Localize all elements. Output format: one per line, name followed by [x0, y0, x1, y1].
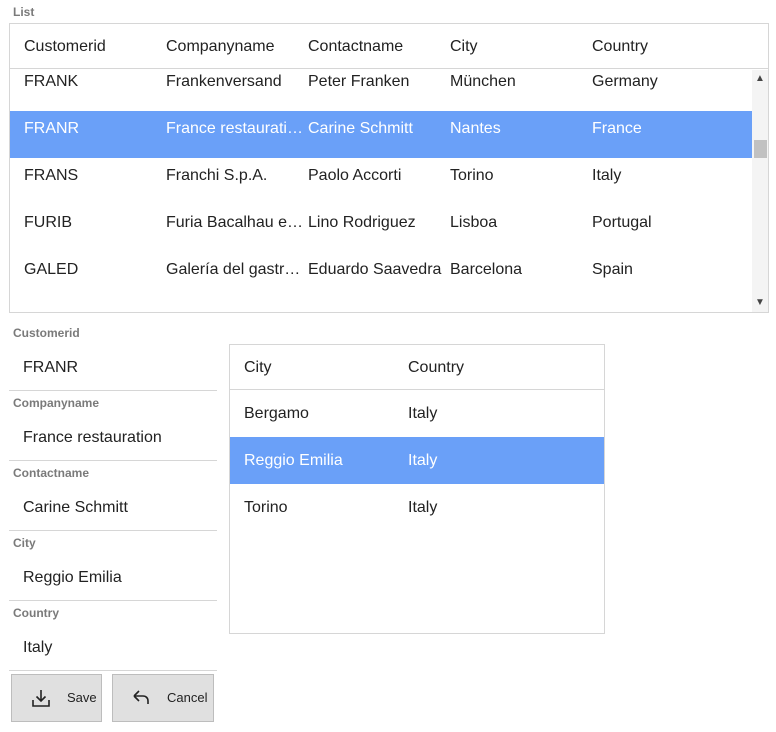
cancel-button-label: Cancel [167, 690, 208, 705]
field-divider [9, 600, 217, 601]
cell-city: Torino [244, 499, 288, 516]
customerid-field[interactable]: FRANR [23, 359, 78, 377]
scroll-up-icon[interactable]: ▲ [752, 72, 768, 86]
cell-customerid: FRANS [24, 167, 79, 184]
cell-country: Italy [408, 405, 438, 422]
list-body: FRANK Frankenversand Peter Franken Münch… [10, 70, 752, 312]
cell-country: Portugal [592, 214, 652, 231]
cell-country: France [592, 120, 642, 137]
undo-icon [131, 687, 153, 714]
cell-city: Bergamo [244, 405, 309, 422]
table-row[interactable]: FRANK Frankenversand Peter Franken Münch… [10, 70, 752, 111]
field-divider [9, 670, 217, 671]
column-header-city[interactable]: City [244, 359, 394, 377]
field-label-contactname: Contactname [13, 466, 90, 480]
cell-customerid: FRANK [24, 73, 79, 90]
table-row[interactable]: FURIB Furia Bacalhau e Frutos do Mar Lin… [10, 205, 752, 252]
cell-companyname: Galería del gastrónomo [166, 261, 304, 278]
cell-customerid: FRANR [24, 120, 80, 137]
save-button[interactable]: Save [11, 674, 102, 722]
cell-contactname: Peter Franken [308, 73, 410, 90]
cell-country: Spain [592, 261, 633, 278]
cell-city: München [450, 73, 516, 90]
cell-customerid: GALED [24, 261, 79, 278]
column-header-country[interactable]: Country [408, 359, 558, 377]
cell-country: Germany [592, 73, 658, 90]
field-divider [9, 390, 217, 391]
cell-companyname: France restauration [166, 120, 304, 137]
field-divider [9, 460, 217, 461]
country-field[interactable]: Italy [23, 639, 52, 657]
download-icon [30, 687, 52, 714]
list-header: Customerid Companyname Contactname City … [10, 24, 768, 69]
city-lookup-grid[interactable]: City Country Bergamo Italy Reggio Emilia… [229, 344, 605, 634]
column-header-contactname[interactable]: Contactname [308, 38, 446, 56]
scrollbar-thumb[interactable] [754, 140, 767, 158]
detail-header: City Country [230, 345, 604, 390]
cell-contactname: Paolo Accorti [308, 167, 402, 184]
cell-city: Barcelona [450, 261, 523, 278]
cell-city: Reggio Emilia [244, 452, 343, 469]
cell-country: Italy [408, 499, 438, 516]
contactname-field[interactable]: Carine Schmitt [23, 499, 128, 517]
table-row[interactable]: GALED Galería del gastrónomo Eduardo Saa… [10, 252, 752, 299]
cell-contactname: Carine Schmitt [308, 120, 413, 137]
cell-contactname: Lino Rodriguez [308, 214, 416, 231]
cell-customerid: FURIB [24, 214, 72, 231]
cell-companyname: Frankenversand [166, 73, 282, 90]
cell-companyname: Franchi S.p.A. [166, 167, 268, 184]
table-row[interactable]: Bergamo Italy [230, 390, 604, 437]
column-header-city[interactable]: City [450, 38, 588, 56]
table-row-selected[interactable]: FRANR France restauration Carine Schmitt… [10, 111, 752, 158]
cell-companyname: Furia Bacalhau e Frutos do Mar [166, 214, 304, 231]
cell-city: Torino [450, 167, 494, 184]
city-field[interactable]: Reggio Emilia [23, 569, 122, 587]
companyname-field[interactable]: France restauration [23, 429, 162, 447]
cancel-button[interactable]: Cancel [112, 674, 214, 722]
cell-country: Italy [592, 167, 622, 184]
column-header-country[interactable]: Country [592, 38, 730, 56]
customer-list-grid[interactable]: Customerid Companyname Contactname City … [9, 23, 769, 313]
field-divider [9, 530, 217, 531]
save-button-label: Save [67, 690, 97, 705]
vertical-scrollbar[interactable]: ▲ ▼ [752, 70, 768, 312]
field-label-city: City [13, 536, 36, 550]
cell-contactname: Eduardo Saavedra [308, 261, 442, 278]
field-label-companyname: Companyname [13, 396, 100, 410]
field-label-country: Country [13, 606, 59, 620]
scroll-down-icon[interactable]: ▼ [752, 296, 768, 310]
table-row[interactable]: Torino Italy [230, 484, 604, 531]
column-header-companyname[interactable]: Companyname [166, 38, 304, 56]
field-label-customerid: Customerid [13, 326, 80, 340]
table-row-selected[interactable]: Reggio Emilia Italy [230, 437, 604, 484]
cell-city: Nantes [450, 120, 501, 137]
cell-city: Lisboa [450, 214, 498, 231]
table-row[interactable]: FRANS Franchi S.p.A. Paolo Accorti Torin… [10, 158, 752, 205]
column-header-customerid[interactable]: Customerid [24, 38, 162, 56]
list-section-label: List [13, 5, 35, 19]
cell-country: Italy [408, 452, 438, 469]
